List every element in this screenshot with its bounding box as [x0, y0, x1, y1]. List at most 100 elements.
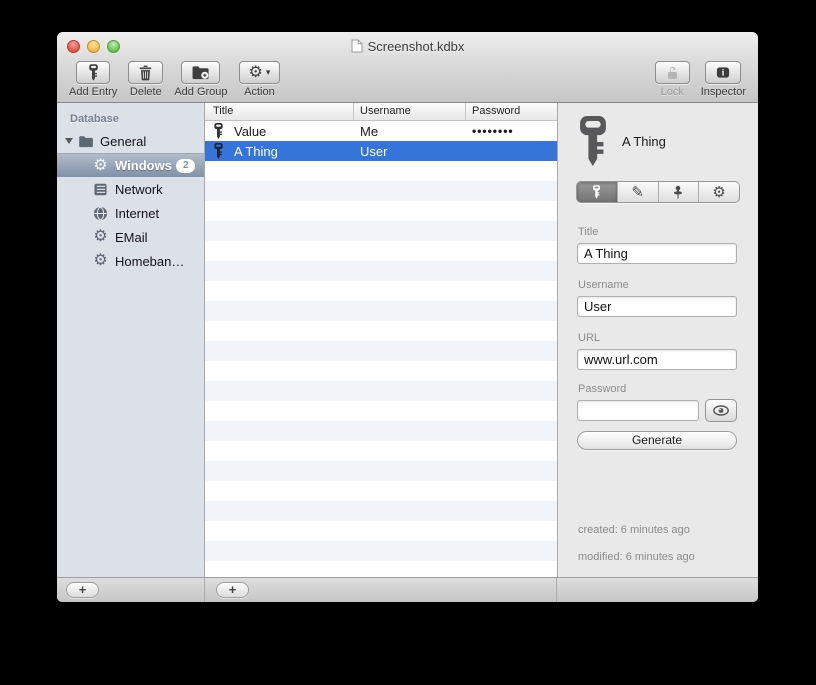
sidebar-item-windows[interactable]: ⚙ Windows 2 [57, 153, 204, 177]
tab-notes-pencil[interactable]: ✎ [616, 182, 658, 202]
table-row-value[interactable]: Value Me •••••••• [205, 121, 557, 141]
toolbar-item-add-group[interactable]: Add Group [174, 61, 228, 98]
table-empty-row [205, 501, 557, 521]
info-icon: i [717, 67, 730, 78]
table-empty-row [205, 261, 557, 281]
folder-plus-icon [192, 66, 209, 80]
delete-button[interactable] [128, 61, 164, 84]
sidebar-item-label: General [100, 133, 147, 149]
gear-icon: ⚙ [93, 252, 108, 269]
traffic-lights [67, 40, 120, 53]
table-header: Title Username Password [205, 103, 557, 121]
table-empty-row [205, 301, 557, 321]
username-field-label: Username [578, 279, 629, 291]
tab-general-key[interactable] [577, 182, 617, 202]
table-empty-row [205, 341, 557, 361]
tab-attachments-pin[interactable] [657, 182, 699, 202]
generate-password-button[interactable]: Generate [577, 431, 737, 450]
close-button[interactable] [67, 40, 80, 53]
username-field[interactable] [577, 296, 737, 317]
add-entry-button[interactable] [76, 61, 111, 84]
sidebar-item-general[interactable]: General [57, 129, 204, 153]
inspector-footer [557, 578, 758, 602]
table-empty-row [205, 541, 557, 561]
globe-icon [92, 206, 109, 221]
reveal-password-button[interactable] [705, 399, 737, 422]
zoom-button[interactable] [107, 40, 120, 53]
sidebar-item-email[interactable]: ⚙ EMail [57, 225, 204, 249]
table-empty-row [205, 381, 557, 401]
sidebar-item-label: EMail [115, 229, 148, 245]
sidebar-item-label: Windows [115, 158, 172, 173]
tab-settings-gear[interactable]: ⚙ [698, 182, 739, 202]
modified-timestamp: modified: 6 minutes ago [578, 551, 695, 563]
table-empty-row [205, 441, 557, 461]
inspector-panel: A Thing ✎ ⚙ Title A Thing Username User … [558, 103, 758, 577]
disclosure-triangle-icon[interactable] [65, 138, 73, 144]
key-icon [214, 143, 223, 159]
toolbar-item-delete[interactable]: Delete [128, 61, 164, 98]
inspector-tabs: ✎ ⚙ [576, 181, 740, 203]
gear-icon: ⚙ [248, 63, 263, 81]
entry-title: Value [234, 123, 267, 139]
server-icon [92, 183, 109, 196]
lock-button [654, 61, 690, 84]
entry-title: A Thing [234, 143, 278, 159]
document-proxy-icon[interactable] [351, 39, 363, 53]
sidebar-section-header: Database [70, 113, 119, 125]
password-field[interactable] [577, 400, 699, 421]
toolbar: Add Entry Delete Add Group ⚙ ▾ Action Lo… [57, 60, 758, 103]
inspector-entry-title: A Thing [622, 133, 666, 149]
toolbar-item-add-entry[interactable]: Add Entry [69, 61, 117, 98]
column-header-title[interactable]: Title [205, 103, 354, 120]
password-field-label: Password [578, 383, 627, 395]
lock-open-icon [667, 66, 677, 79]
entry-username: User [360, 143, 388, 159]
key-icon [88, 64, 98, 81]
sidebar-item-internet[interactable]: Internet [57, 201, 204, 225]
group-sidebar: Database General ⚙ Windows 2 Network Int… [57, 103, 205, 577]
toolbar-item-inspector[interactable]: i Inspector [701, 61, 746, 98]
table-empty-row [205, 161, 557, 181]
title-field[interactable] [577, 243, 737, 264]
chevron-down-icon: ▾ [265, 67, 271, 77]
url-field-label: URL [578, 332, 601, 344]
app-window: Screenshot.kdbx Add Entry Delete Add Gro… [57, 32, 758, 602]
minimize-button[interactable] [87, 40, 100, 53]
table-empty-row [205, 401, 557, 421]
window-title: Screenshot.kdbx [367, 38, 465, 54]
eye-icon [713, 405, 729, 416]
toolbar-item-action[interactable]: ⚙ ▾ Action [238, 61, 281, 98]
table-empty-row [205, 321, 557, 341]
gear-icon: ⚙ [93, 228, 108, 245]
add-group-plus-button[interactable]: + [66, 582, 99, 598]
titlebar[interactable]: Screenshot.kdbx [57, 32, 758, 60]
trash-icon [140, 65, 152, 80]
gear-icon: ⚙ [712, 183, 726, 201]
column-header-password[interactable]: Password [466, 103, 557, 120]
sidebar-item-label: Homeban… [115, 253, 185, 269]
table-empty-row [205, 481, 557, 501]
add-group-button[interactable] [181, 61, 221, 84]
add-entry-plus-button[interactable]: + [216, 582, 249, 598]
table-empty-row [205, 221, 557, 241]
entry-password-dots: •••••••• [472, 124, 514, 138]
table-empty-row [205, 521, 557, 541]
url-field[interactable] [577, 349, 737, 370]
table-empty-row [205, 361, 557, 381]
table-body: Value Me •••••••• A Thing User [205, 121, 557, 577]
sidebar-footer: + [57, 578, 205, 602]
sidebar-item-network[interactable]: Network [57, 177, 204, 201]
sidebar-item-homebanking[interactable]: ⚙ Homeban… [57, 249, 204, 273]
table-empty-row [205, 241, 557, 261]
table-row-a-thing[interactable]: A Thing User [205, 141, 557, 161]
entry-table: Title Username Password Value Me •••••••… [205, 103, 558, 577]
sidebar-item-label: Network [115, 181, 163, 197]
column-header-username[interactable]: Username [354, 103, 466, 120]
table-empty-row [205, 181, 557, 201]
action-button[interactable]: ⚙ ▾ [238, 61, 281, 84]
inspector-button[interactable]: i [705, 61, 742, 84]
bottom-bar: + + [57, 577, 758, 602]
entry-count-badge: 2 [176, 158, 195, 173]
sidebar-item-label: Internet [115, 205, 160, 221]
